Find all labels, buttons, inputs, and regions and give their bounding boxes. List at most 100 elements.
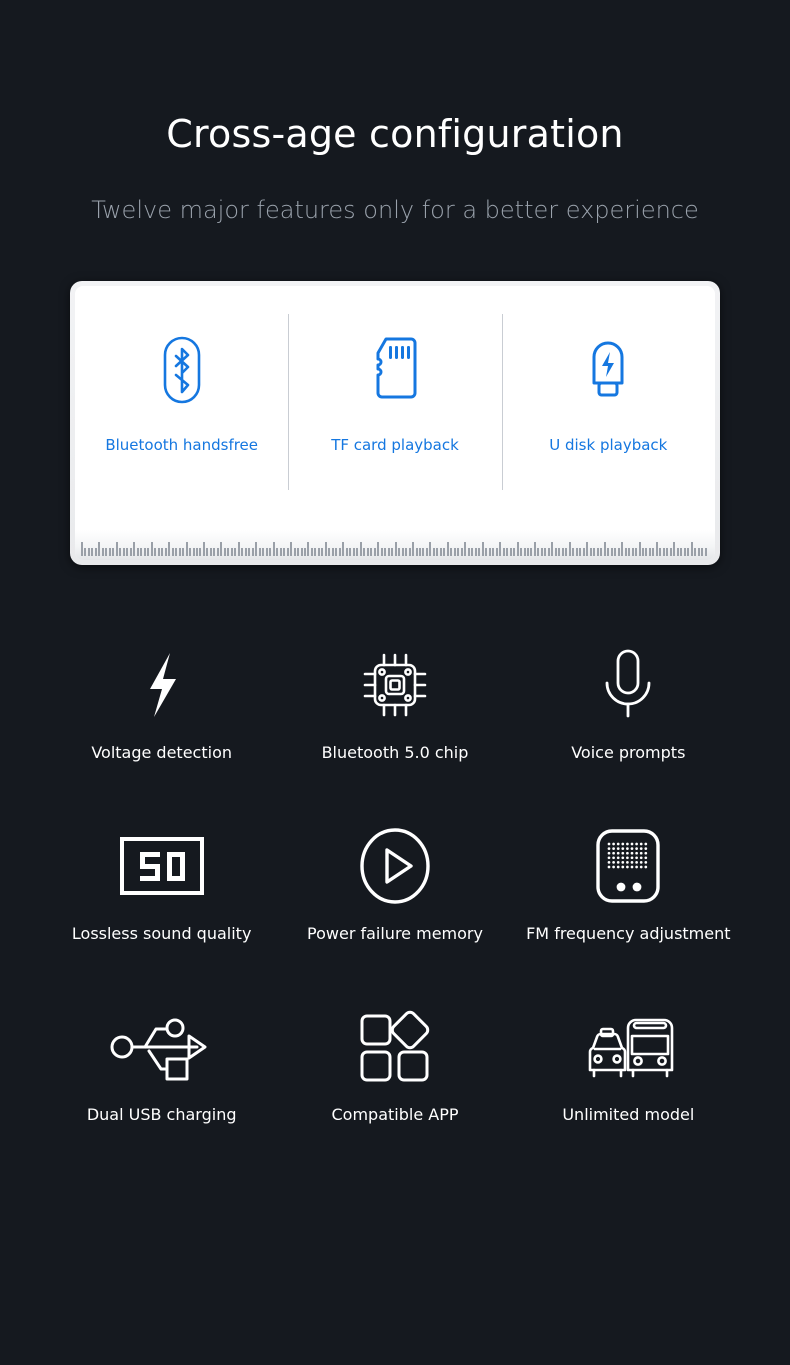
feature-unlimited-model[interactable]: Unlimited model: [512, 1005, 745, 1124]
card-item-u-disk-playback[interactable]: U disk playback: [501, 286, 715, 491]
ruler-tick: [540, 548, 543, 557]
feature-label: Compatible APP: [331, 1105, 459, 1125]
ruler-tick: [530, 548, 533, 557]
feature-power-failure-memory[interactable]: Power failure memory: [278, 824, 511, 943]
ruler-tick: [537, 548, 540, 557]
ruler-tick: [579, 548, 582, 557]
ruler-tick: [506, 548, 509, 557]
feature-label: FM frequency adjustment: [526, 924, 731, 944]
feature-label: Voice prompts: [571, 743, 686, 763]
ruler-tick: [84, 548, 87, 557]
ruler-tick: [533, 542, 536, 557]
ruler-tick: [178, 548, 181, 557]
feature-fm-frequency-adjustment[interactable]: FM frequency adjustment: [512, 824, 745, 943]
ruler-tick: [307, 542, 310, 557]
ruler-tick: [366, 548, 369, 557]
ruler-tick: [220, 542, 223, 557]
ruler-tick: [213, 548, 216, 557]
feature-page: Cross-age configuration Twelve major fea…: [0, 0, 790, 1365]
feature-voltage-detection[interactable]: Voltage detection: [45, 643, 278, 762]
ruler-tick: [624, 548, 627, 557]
ruler-tick: [614, 548, 617, 557]
card-item-tf-card-playback[interactable]: TF card playback: [288, 286, 501, 491]
ruler-tick: [98, 542, 101, 557]
ruler-tick: [603, 542, 606, 557]
ruler-tick: [175, 548, 178, 557]
feature-lossless-sound-quality[interactable]: Lossless sound quality: [45, 824, 278, 943]
ruler-tick: [596, 548, 599, 557]
ruler-tick: [488, 548, 491, 557]
ruler-tick: [697, 548, 700, 557]
ruler-tick: [112, 548, 115, 557]
feature-voice-prompts[interactable]: Voice prompts: [512, 643, 745, 762]
feature-dual-usb-charging[interactable]: Dual USB charging: [45, 1005, 278, 1124]
ruler-tick: [485, 548, 488, 557]
ruler-tick: [551, 542, 554, 557]
ruler-tick: [572, 548, 575, 557]
ruler-tick: [335, 548, 338, 557]
ruler-tick: [565, 548, 568, 557]
ruler-tick: [349, 548, 352, 557]
ruler-tick: [527, 548, 529, 557]
ruler-tick: [676, 548, 679, 557]
ruler-tick: [607, 548, 610, 557]
feature-label: Power failure memory: [307, 924, 483, 944]
ruler-tick: [258, 548, 261, 557]
ruler-tick: [405, 548, 408, 557]
ruler-tick: [91, 548, 94, 557]
ruler-tick: [701, 548, 704, 557]
ruler-tick: [655, 542, 658, 557]
ruler-tick: [593, 548, 596, 557]
ruler-tick: [192, 548, 195, 557]
ruler-tick: [600, 548, 603, 557]
ruler-tick: [241, 548, 244, 557]
ruler-tick: [380, 548, 383, 557]
ruler-tick: [464, 542, 467, 557]
card-item-label: Bluetooth handsfree: [105, 436, 259, 455]
ruler-tick: [422, 548, 425, 557]
ruler-tick: [101, 548, 104, 557]
ruler-tick: [81, 542, 83, 557]
ruler-tick: [610, 548, 613, 557]
ruler-tick: [182, 548, 185, 557]
ruler-tick: [502, 548, 505, 557]
ruler-tick: [495, 548, 498, 557]
ruler-tick: [680, 548, 683, 557]
ruler-tick: [478, 548, 481, 557]
ruler-tick: [317, 548, 320, 557]
ruler-tick: [234, 548, 237, 557]
ruler-strip: [75, 530, 715, 561]
feature-compatible-app[interactable]: Compatible APP: [278, 1005, 511, 1124]
ruler-tick: [272, 542, 275, 557]
ruler-tick: [561, 548, 564, 557]
ruler-tick: [460, 548, 463, 557]
ruler-tick: [457, 548, 460, 557]
ruler-tick: [283, 548, 286, 557]
ruler-tick: [276, 548, 279, 557]
ruler-tick: [290, 542, 293, 557]
ruler-tick: [628, 548, 631, 557]
ruler-tick: [648, 548, 651, 557]
ruler-tick: [683, 548, 686, 557]
ruler-tick: [467, 548, 470, 557]
card-item-bluetooth-handsfree[interactable]: Bluetooth handsfree: [75, 286, 288, 454]
ruler-tick: [359, 542, 362, 557]
ruler-tick: [652, 548, 655, 557]
ruler-tick: [436, 548, 439, 557]
ruler-tick: [363, 548, 366, 557]
ruler-tick: [429, 542, 432, 557]
ruler-tick: [516, 542, 519, 557]
ruler-tick: [520, 548, 523, 557]
ruler-tick: [641, 548, 644, 557]
ruler-tick: [126, 548, 129, 557]
feature-bluetooth-chip[interactable]: Bluetooth 5.0 chip: [278, 643, 511, 762]
ruler-tick: [262, 548, 265, 557]
ruler-tick: [589, 548, 592, 557]
highlight-card-inner: Bluetooth handsfree TF card playback U d…: [75, 286, 715, 561]
feature-label: Dual USB charging: [86, 1105, 237, 1125]
ruler-tick: [150, 542, 153, 557]
ruler-tick: [269, 548, 272, 557]
usb-disk-icon: [502, 334, 715, 406]
card-item-label: TF card playback: [331, 436, 459, 455]
ruler-tick: [140, 548, 143, 557]
